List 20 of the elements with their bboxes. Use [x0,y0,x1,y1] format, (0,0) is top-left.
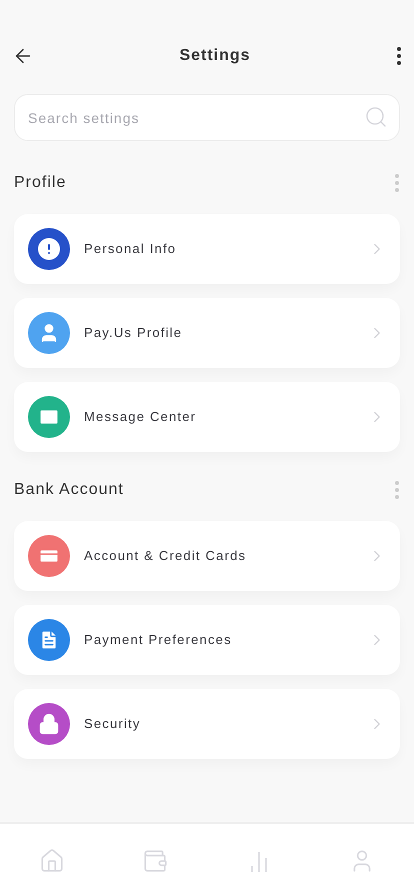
search-icon[interactable] [364,105,388,129]
section-title: Bank Account [14,480,124,500]
settings-item[interactable]: Security [14,689,400,759]
search-field[interactable]: Search settings [14,94,400,141]
more-icon[interactable] [396,47,402,65]
item-label: Security [84,715,142,734]
item-label: Pay.Us Profile [84,324,184,342]
page-title: Settings [179,46,251,66]
item-label: Payment Preferences [84,631,233,650]
section-title: Profile [14,173,66,193]
settings-item[interactable]: Personal Info [14,214,400,284]
settings-item[interactable]: Pay.Us Profile [14,298,400,368]
wallet-icon[interactable] [142,848,168,874]
item-label: Personal Info [84,240,178,258]
item-label: Message Center [84,408,198,426]
settings-item[interactable]: Account & Credit Cards [14,521,400,591]
item-label: Account & Credit Cards [84,547,248,566]
settings-item[interactable]: Payment Preferences [14,605,400,675]
settings-item[interactable]: Message Center [14,382,400,452]
home-icon[interactable] [38,848,65,874]
